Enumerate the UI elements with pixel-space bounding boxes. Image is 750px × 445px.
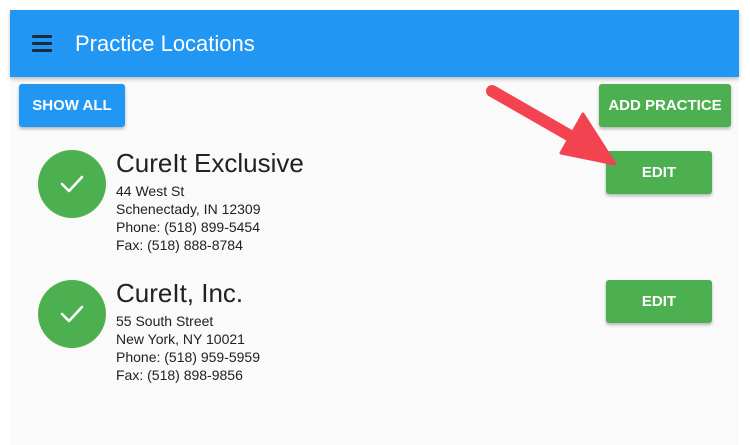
location-fax: Fax: (518) 898-9856 [116,367,243,383]
app-bar: Practice Locations [10,10,739,77]
location-details: 44 West St Schenectady, IN 12309 Phone: … [116,182,261,254]
page-title: Practice Locations [75,31,255,56]
location-city: New York, NY 10021 [116,331,245,347]
add-practice-button[interactable]: ADD PRACTICE [599,84,731,127]
location-city: Schenectady, IN 12309 [116,201,261,217]
edit-button[interactable]: EDIT [606,151,712,194]
location-details: 55 South Street New York, NY 10021 Phone… [116,312,260,384]
location-name: CureIt Exclusive [116,148,304,178]
status-avatar [38,150,106,218]
location-address: 44 West St [116,183,185,199]
location-phone: Phone: (518) 959-5959 [116,349,260,365]
hamburger-menu-icon[interactable] [30,30,56,56]
edit-button[interactable]: EDIT [606,280,712,323]
check-icon [60,175,84,193]
location-phone: Phone: (518) 899-5454 [116,219,260,235]
location-name: CureIt, Inc. [116,278,244,308]
location-address: 55 South Street [116,313,214,329]
location-fax: Fax: (518) 888-8784 [116,237,243,253]
show-all-button[interactable]: SHOW ALL [19,84,125,127]
status-avatar [38,280,106,348]
check-icon [60,305,84,323]
